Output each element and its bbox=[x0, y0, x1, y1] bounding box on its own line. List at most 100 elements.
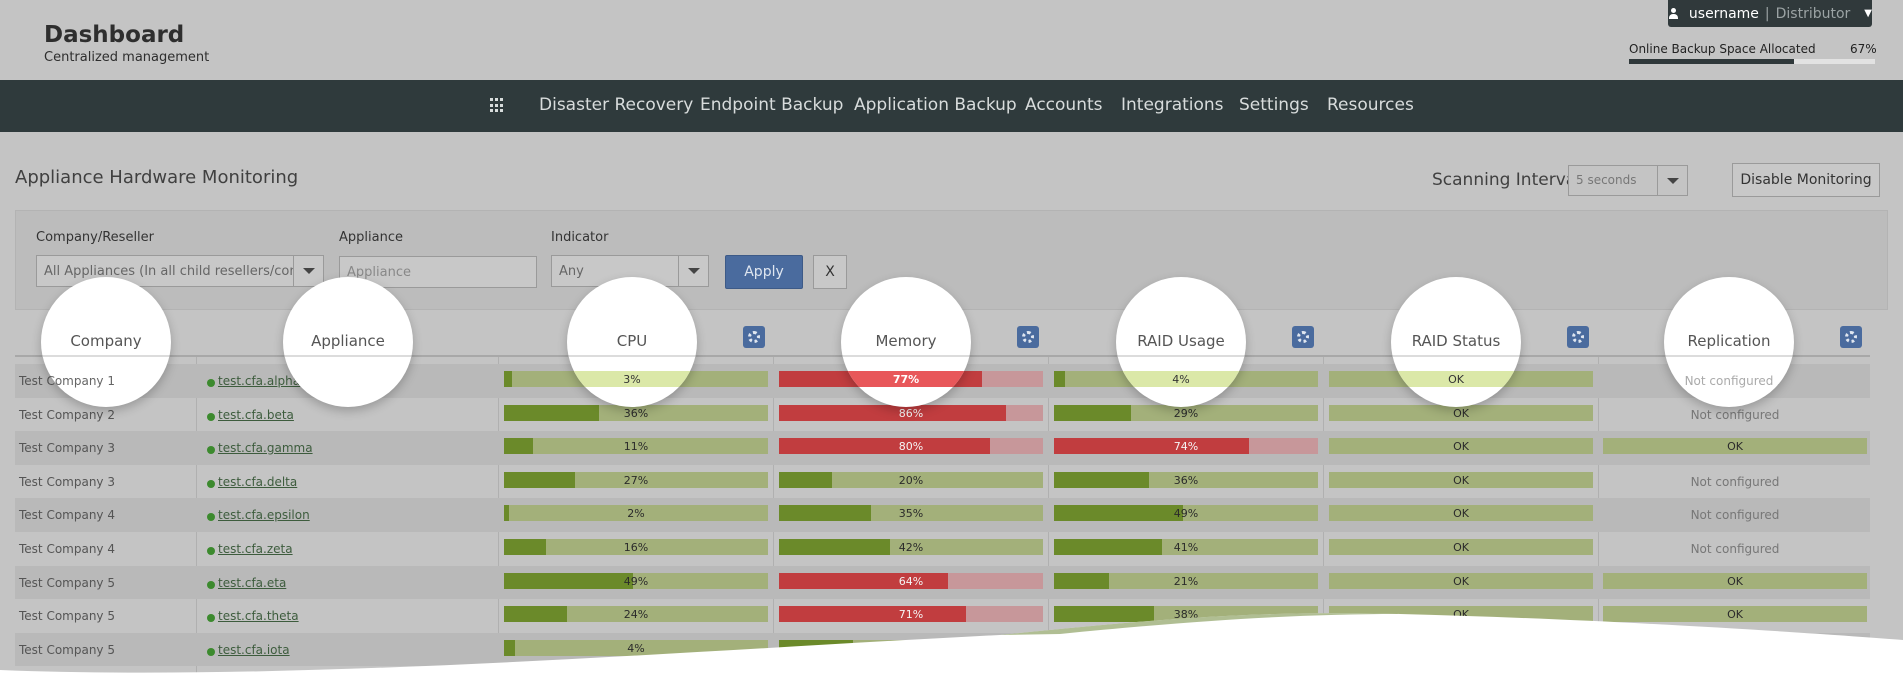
memory-bar: 86% bbox=[779, 404, 1043, 421]
raid-usage-bar: 49% bbox=[1054, 505, 1318, 522]
company-filter-label: Company/Reseller bbox=[36, 230, 155, 245]
cpu-bar-preview: 3% bbox=[567, 371, 697, 387]
raid-status-settings-gear-icon[interactable] bbox=[1567, 326, 1589, 348]
raid-status-label: OK bbox=[1453, 541, 1469, 554]
appliance-filter-label: Appliance bbox=[339, 230, 403, 245]
memory-bar: 42% bbox=[779, 539, 1043, 555]
appliance-link[interactable]: test.cfa.gamma bbox=[218, 441, 313, 455]
user-icon bbox=[1668, 7, 1679, 20]
nav-disaster-recovery[interactable]: Disaster Recovery bbox=[539, 95, 693, 115]
company-cell: Test Company 2 bbox=[19, 407, 115, 422]
caret-down-icon: ▼ bbox=[1864, 8, 1872, 19]
scanning-interval-select[interactable]: 5 seconds bbox=[1568, 165, 1688, 196]
raid-usage-settings-gear-icon[interactable] bbox=[1292, 326, 1314, 348]
column-header-raid-status[interactable]: RAID Status bbox=[1391, 332, 1521, 350]
dashboard-subtitle: Centralized management bbox=[44, 50, 210, 65]
chevron-down-icon bbox=[1667, 178, 1679, 184]
indicator-filter-dropdown[interactable] bbox=[678, 256, 708, 286]
replication-status-text: Not configured bbox=[1690, 474, 1780, 489]
user-menu-button[interactable]: username | Distributor ▼ bbox=[1668, 0, 1872, 27]
replication-status-text: Not configured bbox=[1690, 407, 1780, 422]
raid-usage-bar: 21% bbox=[1054, 572, 1318, 589]
spotlight-divider bbox=[1116, 355, 1246, 357]
chevron-down-icon bbox=[688, 268, 700, 274]
appliance-link[interactable]: test.cfa.eta bbox=[218, 576, 286, 590]
memory-bar-label: 42% bbox=[898, 541, 924, 554]
status-dot-icon bbox=[207, 513, 215, 522]
nav-resources[interactable]: Resources bbox=[1327, 95, 1414, 115]
dashboard-title: Dashboard bbox=[44, 22, 185, 48]
company-cell: Test Company 5 bbox=[19, 575, 115, 590]
replication-header-spotlight: Replication Not configured bbox=[1664, 277, 1794, 407]
main-nav: Disaster Recovery Endpoint Backup Applic… bbox=[0, 80, 1903, 132]
bottom-wave-decoration bbox=[0, 613, 1903, 680]
column-header-replication[interactable]: Replication bbox=[1664, 332, 1794, 350]
raid-status-bar: OK bbox=[1329, 539, 1593, 555]
table-row: Test Company 2 test.cfa.beta 36% 86% 29% OK No… bbox=[15, 398, 1870, 432]
clear-filters-button[interactable]: X bbox=[813, 255, 847, 289]
memory-settings-gear-icon[interactable] bbox=[1017, 326, 1039, 348]
cpu-bar-label: 16% bbox=[623, 541, 649, 554]
cpu-bar: 2% bbox=[504, 505, 768, 522]
raid-status-label: OK bbox=[1453, 507, 1469, 521]
cpu-bar: 49% bbox=[504, 572, 768, 589]
apps-grid-icon[interactable] bbox=[490, 98, 505, 113]
appliance-link[interactable]: test.cfa.epsilon bbox=[218, 508, 310, 522]
user-separator: | bbox=[1764, 5, 1770, 22]
spotlight-divider bbox=[841, 355, 971, 357]
company-filter-dropdown[interactable] bbox=[293, 256, 323, 286]
raid-status-bar: OK bbox=[1329, 438, 1593, 455]
cpu-settings-gear-icon[interactable] bbox=[743, 326, 765, 348]
raid-usage-bar-label: 36% bbox=[1173, 473, 1199, 487]
column-header-raid-usage[interactable]: RAID Usage bbox=[1116, 332, 1246, 350]
cpu-bar-label: 11% bbox=[623, 440, 649, 454]
chevron-down-icon bbox=[303, 268, 315, 274]
cpu-bar: 27% bbox=[504, 471, 768, 488]
company-cell: Test Company 4 bbox=[19, 542, 115, 556]
raid-usage-bar: 29% bbox=[1054, 404, 1318, 421]
username-label: username bbox=[1688, 5, 1759, 22]
nav-endpoint-backup[interactable]: Endpoint Backup bbox=[700, 95, 843, 115]
appliance-link[interactable]: test.cfa.alpha bbox=[218, 374, 300, 388]
memory-bar: 64% bbox=[779, 572, 1043, 589]
nav-integrations[interactable]: Integrations bbox=[1121, 95, 1224, 115]
raid-status-label: OK bbox=[1453, 440, 1469, 454]
appliance-link[interactable]: test.cfa.zeta bbox=[218, 542, 293, 556]
memory-bar: 35% bbox=[779, 505, 1043, 522]
column-header-cpu[interactable]: CPU bbox=[567, 332, 697, 350]
disable-monitoring-button[interactable]: Disable Monitoring bbox=[1732, 163, 1880, 197]
backup-space-fill bbox=[1629, 59, 1794, 64]
scanning-interval-dropdown[interactable] bbox=[1657, 166, 1687, 195]
column-header-memory[interactable]: Memory bbox=[841, 332, 971, 350]
replication-settings-gear-icon[interactable] bbox=[1840, 326, 1862, 348]
nav-application-backup[interactable]: Application Backup bbox=[854, 95, 1017, 115]
raid-status-header-spotlight: RAID Status OK bbox=[1391, 277, 1521, 407]
replication-status-text: Not configured bbox=[1690, 542, 1780, 556]
table-row: Test Company 4 test.cfa.zeta 16% 42% 41% OK No… bbox=[15, 532, 1870, 566]
replication-label: OK bbox=[1727, 440, 1743, 454]
raid-status-label: OK bbox=[1453, 473, 1469, 487]
company-cell-preview: Test Company 1 bbox=[41, 374, 115, 388]
nav-accounts[interactable]: Accounts bbox=[1025, 95, 1103, 115]
memory-bar-label: 35% bbox=[898, 507, 924, 521]
nav-settings[interactable]: Settings bbox=[1239, 95, 1309, 115]
appliance-link[interactable]: test.cfa.delta bbox=[218, 475, 297, 489]
raid-usage-bar-label: 49% bbox=[1173, 507, 1199, 521]
company-filter-value: All Appliances (In all child resellers/c… bbox=[44, 264, 311, 279]
column-header-appliance[interactable]: Appliance bbox=[283, 332, 413, 350]
cpu-bar: 36% bbox=[504, 404, 768, 421]
appliance-link[interactable]: test.cfa.beta bbox=[218, 408, 294, 422]
replication-bar: OK bbox=[1603, 572, 1867, 589]
cpu-bar: 11% bbox=[504, 438, 768, 455]
raid-status-label: OK bbox=[1453, 574, 1469, 588]
replication-preview: Not configured bbox=[1684, 374, 1774, 388]
raid-usage-bar-preview: 4% bbox=[1116, 371, 1246, 387]
raid-status-label: OK bbox=[1453, 406, 1469, 420]
column-header-company[interactable]: Company bbox=[41, 332, 171, 350]
backup-space-percent: 67% bbox=[1850, 42, 1877, 56]
cpu-bar-preview-label: 3% bbox=[623, 373, 641, 386]
apply-button[interactable]: Apply bbox=[725, 255, 803, 289]
status-dot-icon bbox=[207, 412, 215, 421]
table-row: Test Company 3 test.cfa.gamma 11% 80% 74% OK O… bbox=[15, 431, 1870, 465]
spotlight-divider bbox=[283, 355, 413, 357]
